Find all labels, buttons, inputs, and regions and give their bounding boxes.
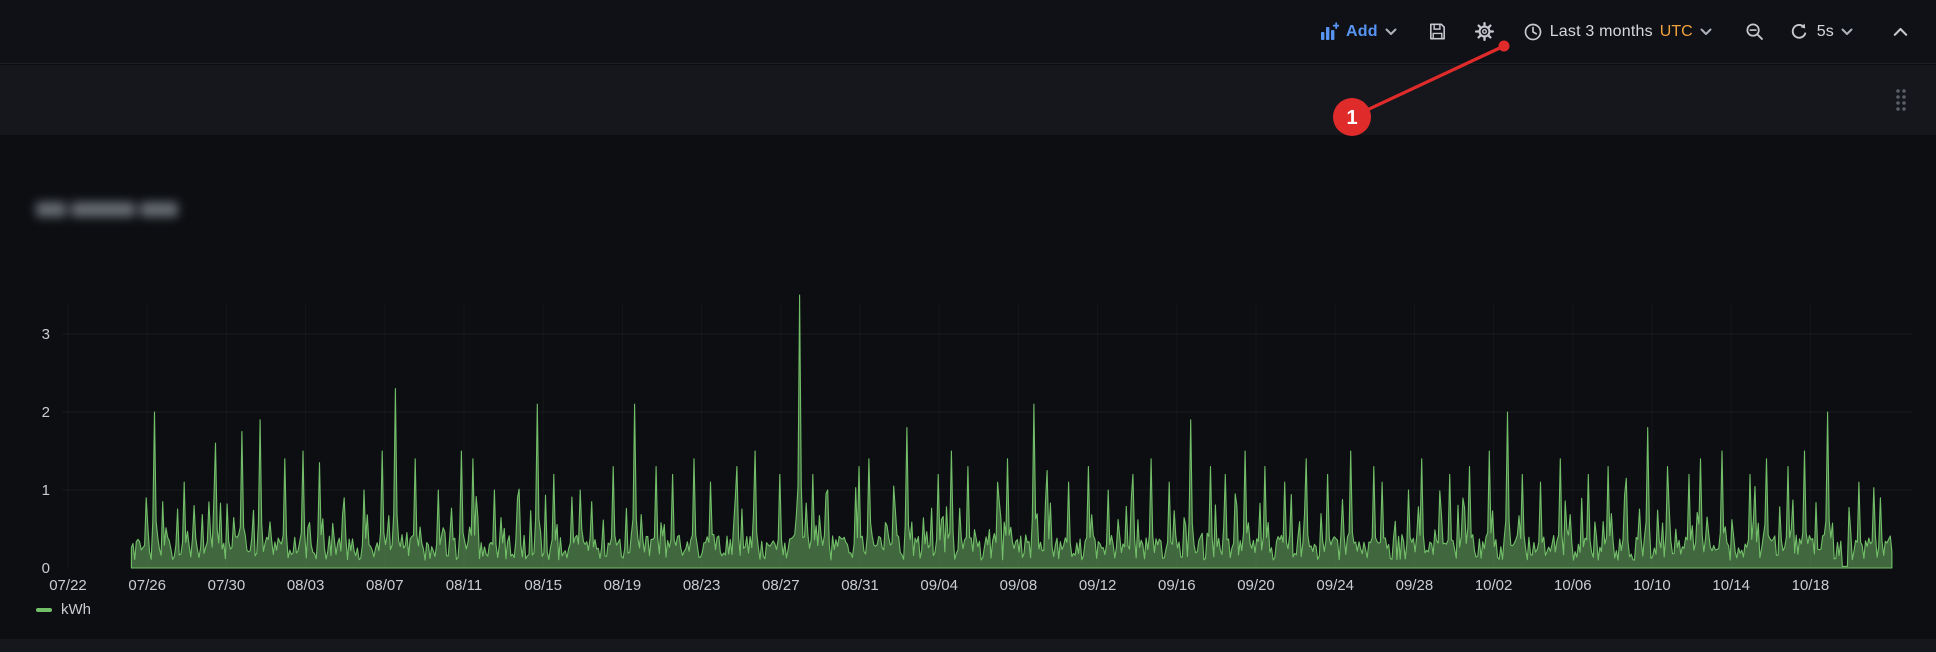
svg-text:10/18: 10/18	[1792, 577, 1830, 594]
svg-text:08/07: 08/07	[366, 577, 404, 594]
svg-text:09/12: 09/12	[1079, 577, 1117, 594]
svg-text:07/22: 07/22	[49, 577, 87, 594]
save-icon	[1427, 21, 1448, 42]
dashboard-settings-button[interactable]	[1468, 15, 1501, 48]
svg-text:07/26: 07/26	[128, 577, 166, 594]
svg-text:08/03: 08/03	[287, 577, 325, 594]
svg-text:10/06: 10/06	[1554, 577, 1592, 594]
clock-icon	[1523, 22, 1543, 42]
timeseries-panel: 0 1 2 3 07/22 07/26 07/30 08/03 08/07 08/11 08/15 0…	[0, 135, 1936, 639]
svg-text:09/28: 09/28	[1396, 577, 1434, 594]
kwh-timeseries-chart[interactable]: 0 1 2 3 07/22 07/26 07/30 08/03 08/07 08/11 08/15 0…	[0, 135, 1936, 639]
chevron-up-icon	[1893, 27, 1908, 37]
refresh-controls: 5s	[1785, 16, 1857, 48]
legend-color-swatch	[36, 608, 52, 612]
svg-text:08/31: 08/31	[841, 577, 879, 594]
svg-text:09/08: 09/08	[1000, 577, 1038, 594]
add-button-label: Add	[1346, 24, 1378, 40]
svg-text:09/16: 09/16	[1158, 577, 1196, 594]
svg-text:08/11: 08/11	[446, 577, 482, 594]
add-button[interactable]: Add	[1313, 16, 1403, 48]
svg-text:09/20: 09/20	[1237, 577, 1275, 594]
svg-text:08/27: 08/27	[762, 577, 800, 594]
svg-text:08/23: 08/23	[683, 577, 721, 594]
refresh-interval-label: 5s	[1817, 24, 1834, 40]
chevron-down-icon	[1700, 28, 1712, 36]
chevron-down-icon	[1841, 28, 1853, 36]
svg-text:2: 2	[42, 404, 50, 421]
svg-text:09/04: 09/04	[920, 577, 958, 594]
zoom-out-button[interactable]	[1738, 15, 1771, 48]
panel-header-row	[0, 65, 1936, 135]
timezone-label: UTC	[1660, 24, 1693, 40]
svg-text:10/14: 10/14	[1712, 577, 1750, 594]
grafana-dashboard: Add	[0, 0, 1936, 652]
svg-text:0: 0	[42, 560, 50, 577]
svg-text:08/15: 08/15	[524, 577, 562, 594]
gear-icon	[1474, 21, 1495, 42]
chevron-down-icon	[1385, 28, 1397, 36]
panel-drag-handle-icon[interactable]	[1894, 87, 1908, 118]
time-range-label: Last 3 months	[1550, 24, 1653, 40]
svg-text:09/24: 09/24	[1316, 577, 1354, 594]
collapse-toolbar-button[interactable]	[1887, 21, 1914, 43]
time-range-picker[interactable]: Last 3 months UTC	[1517, 16, 1718, 48]
refresh-button[interactable]	[1785, 16, 1813, 48]
save-dashboard-button[interactable]	[1421, 15, 1454, 48]
zoom-out-icon	[1744, 21, 1765, 42]
dashboard-toolbar: Add	[0, 0, 1936, 64]
svg-text:10/10: 10/10	[1633, 577, 1671, 594]
svg-text:1: 1	[42, 482, 50, 499]
svg-text:07/30: 07/30	[208, 577, 246, 594]
svg-text:08/19: 08/19	[604, 577, 642, 594]
svg-text:3: 3	[42, 326, 50, 343]
svg-text:10/02: 10/02	[1475, 577, 1513, 594]
add-panel-icon	[1319, 22, 1339, 42]
legend-label: kWh	[61, 601, 91, 618]
chart-legend[interactable]: kWh	[36, 601, 91, 618]
refresh-icon	[1789, 22, 1809, 42]
refresh-interval-picker[interactable]: 5s	[1813, 18, 1857, 46]
next-panel-edge	[0, 639, 1936, 652]
